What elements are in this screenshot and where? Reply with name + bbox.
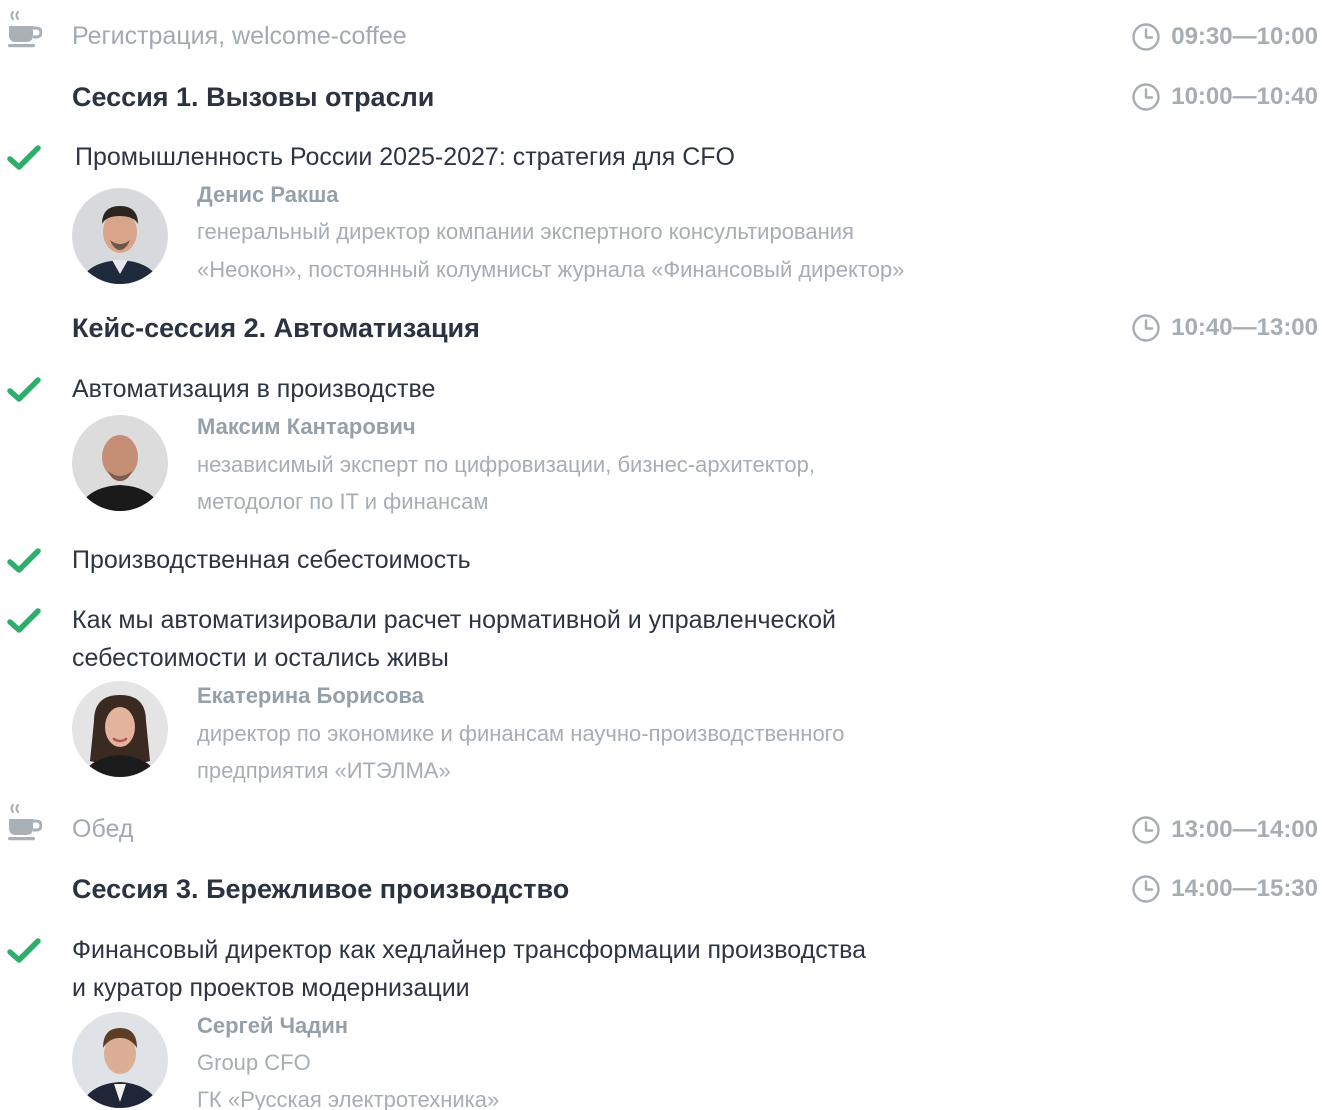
session-1-time: 10:00—10:40 bbox=[1131, 82, 1318, 112]
agenda-page: Регистрация, welcome-coffee 09:30—10:00 … bbox=[0, 0, 1322, 1110]
lunch-time: 13:00—14:00 bbox=[1131, 815, 1318, 845]
checkmark-icon bbox=[7, 608, 41, 634]
time-label: 10:40—13:00 bbox=[1171, 314, 1318, 341]
speaker-avatar-raksha bbox=[72, 188, 168, 284]
time-label: 10:00—10:40 bbox=[1171, 83, 1318, 110]
clock-icon bbox=[1131, 313, 1161, 343]
talk-title: Промышленность России 2025-2027: стратег… bbox=[75, 143, 735, 171]
speaker-role: независимый эксперт по цифровизации, биз… bbox=[197, 452, 815, 477]
registration-time: 09:30—10:00 bbox=[1131, 22, 1318, 52]
session-3-time: 14:00—15:30 bbox=[1131, 874, 1318, 904]
checkmark-icon bbox=[7, 145, 41, 171]
speaker-avatar-borisova bbox=[72, 681, 168, 777]
speaker-name: Екатерина Борисова bbox=[197, 683, 424, 708]
speaker-role: предприятия «ИТЭЛМА» bbox=[197, 758, 451, 783]
time-label: 13:00—14:00 bbox=[1171, 816, 1318, 843]
talk-title-line-1: Финансовый директор как хедлайнер трансф… bbox=[72, 936, 867, 964]
speaker-role: Group CFO bbox=[197, 1050, 311, 1075]
session-2-time: 10:40—13:00 bbox=[1131, 313, 1318, 343]
coffee-cup-icon bbox=[8, 10, 42, 50]
clock-icon bbox=[1131, 874, 1161, 904]
time-label: 14:00—15:30 bbox=[1171, 875, 1318, 902]
lunch-title: Обед bbox=[72, 815, 134, 843]
coffee-cup-icon bbox=[8, 803, 42, 843]
checkmark-icon bbox=[7, 938, 41, 964]
time-label: 09:30—10:00 bbox=[1171, 23, 1318, 50]
speaker-role: генеральный директор компании экспертног… bbox=[197, 219, 854, 244]
talk-title: Автоматизация в производстве bbox=[72, 375, 436, 403]
registration-title: Регистрация, welcome-coffee bbox=[72, 22, 407, 50]
speaker-name: Денис Ракша bbox=[197, 182, 339, 207]
speaker-avatar-chadin bbox=[72, 1012, 168, 1108]
session-1-title: Сессия 1. Вызовы отрасли bbox=[72, 82, 435, 112]
talk-title-line-2: и куратор проектов модернизации bbox=[72, 974, 470, 1002]
clock-icon bbox=[1131, 22, 1161, 52]
speaker-name: Максим Кантарович bbox=[197, 414, 416, 439]
speaker-role: «Неокон», постоянный колумнисьт журнала … bbox=[197, 257, 905, 282]
session-2-title: Кейс-сессия 2. Автоматизация bbox=[72, 313, 480, 343]
checkmark-icon bbox=[7, 377, 41, 403]
speaker-name: Сергей Чадин bbox=[197, 1013, 349, 1038]
talk-title: Производственная себестоимость bbox=[72, 546, 471, 574]
clock-icon bbox=[1131, 82, 1161, 112]
talk-title-line-2: себестоимости и остались живы bbox=[72, 644, 449, 672]
speaker-avatar-kantarovich bbox=[72, 415, 168, 511]
speaker-role: ГК «Русская электротехника» bbox=[197, 1087, 500, 1110]
speaker-role: директор по экономике и финансам научно-… bbox=[197, 721, 845, 746]
clock-icon bbox=[1131, 815, 1161, 845]
checkmark-icon bbox=[7, 548, 41, 574]
speaker-role: методолог по IT и финансам bbox=[197, 489, 489, 514]
talk-title-line-1: Как мы автоматизировали расчет нормативн… bbox=[72, 606, 837, 634]
session-3-title: Сессия 3. Бережливое производство bbox=[72, 874, 570, 904]
